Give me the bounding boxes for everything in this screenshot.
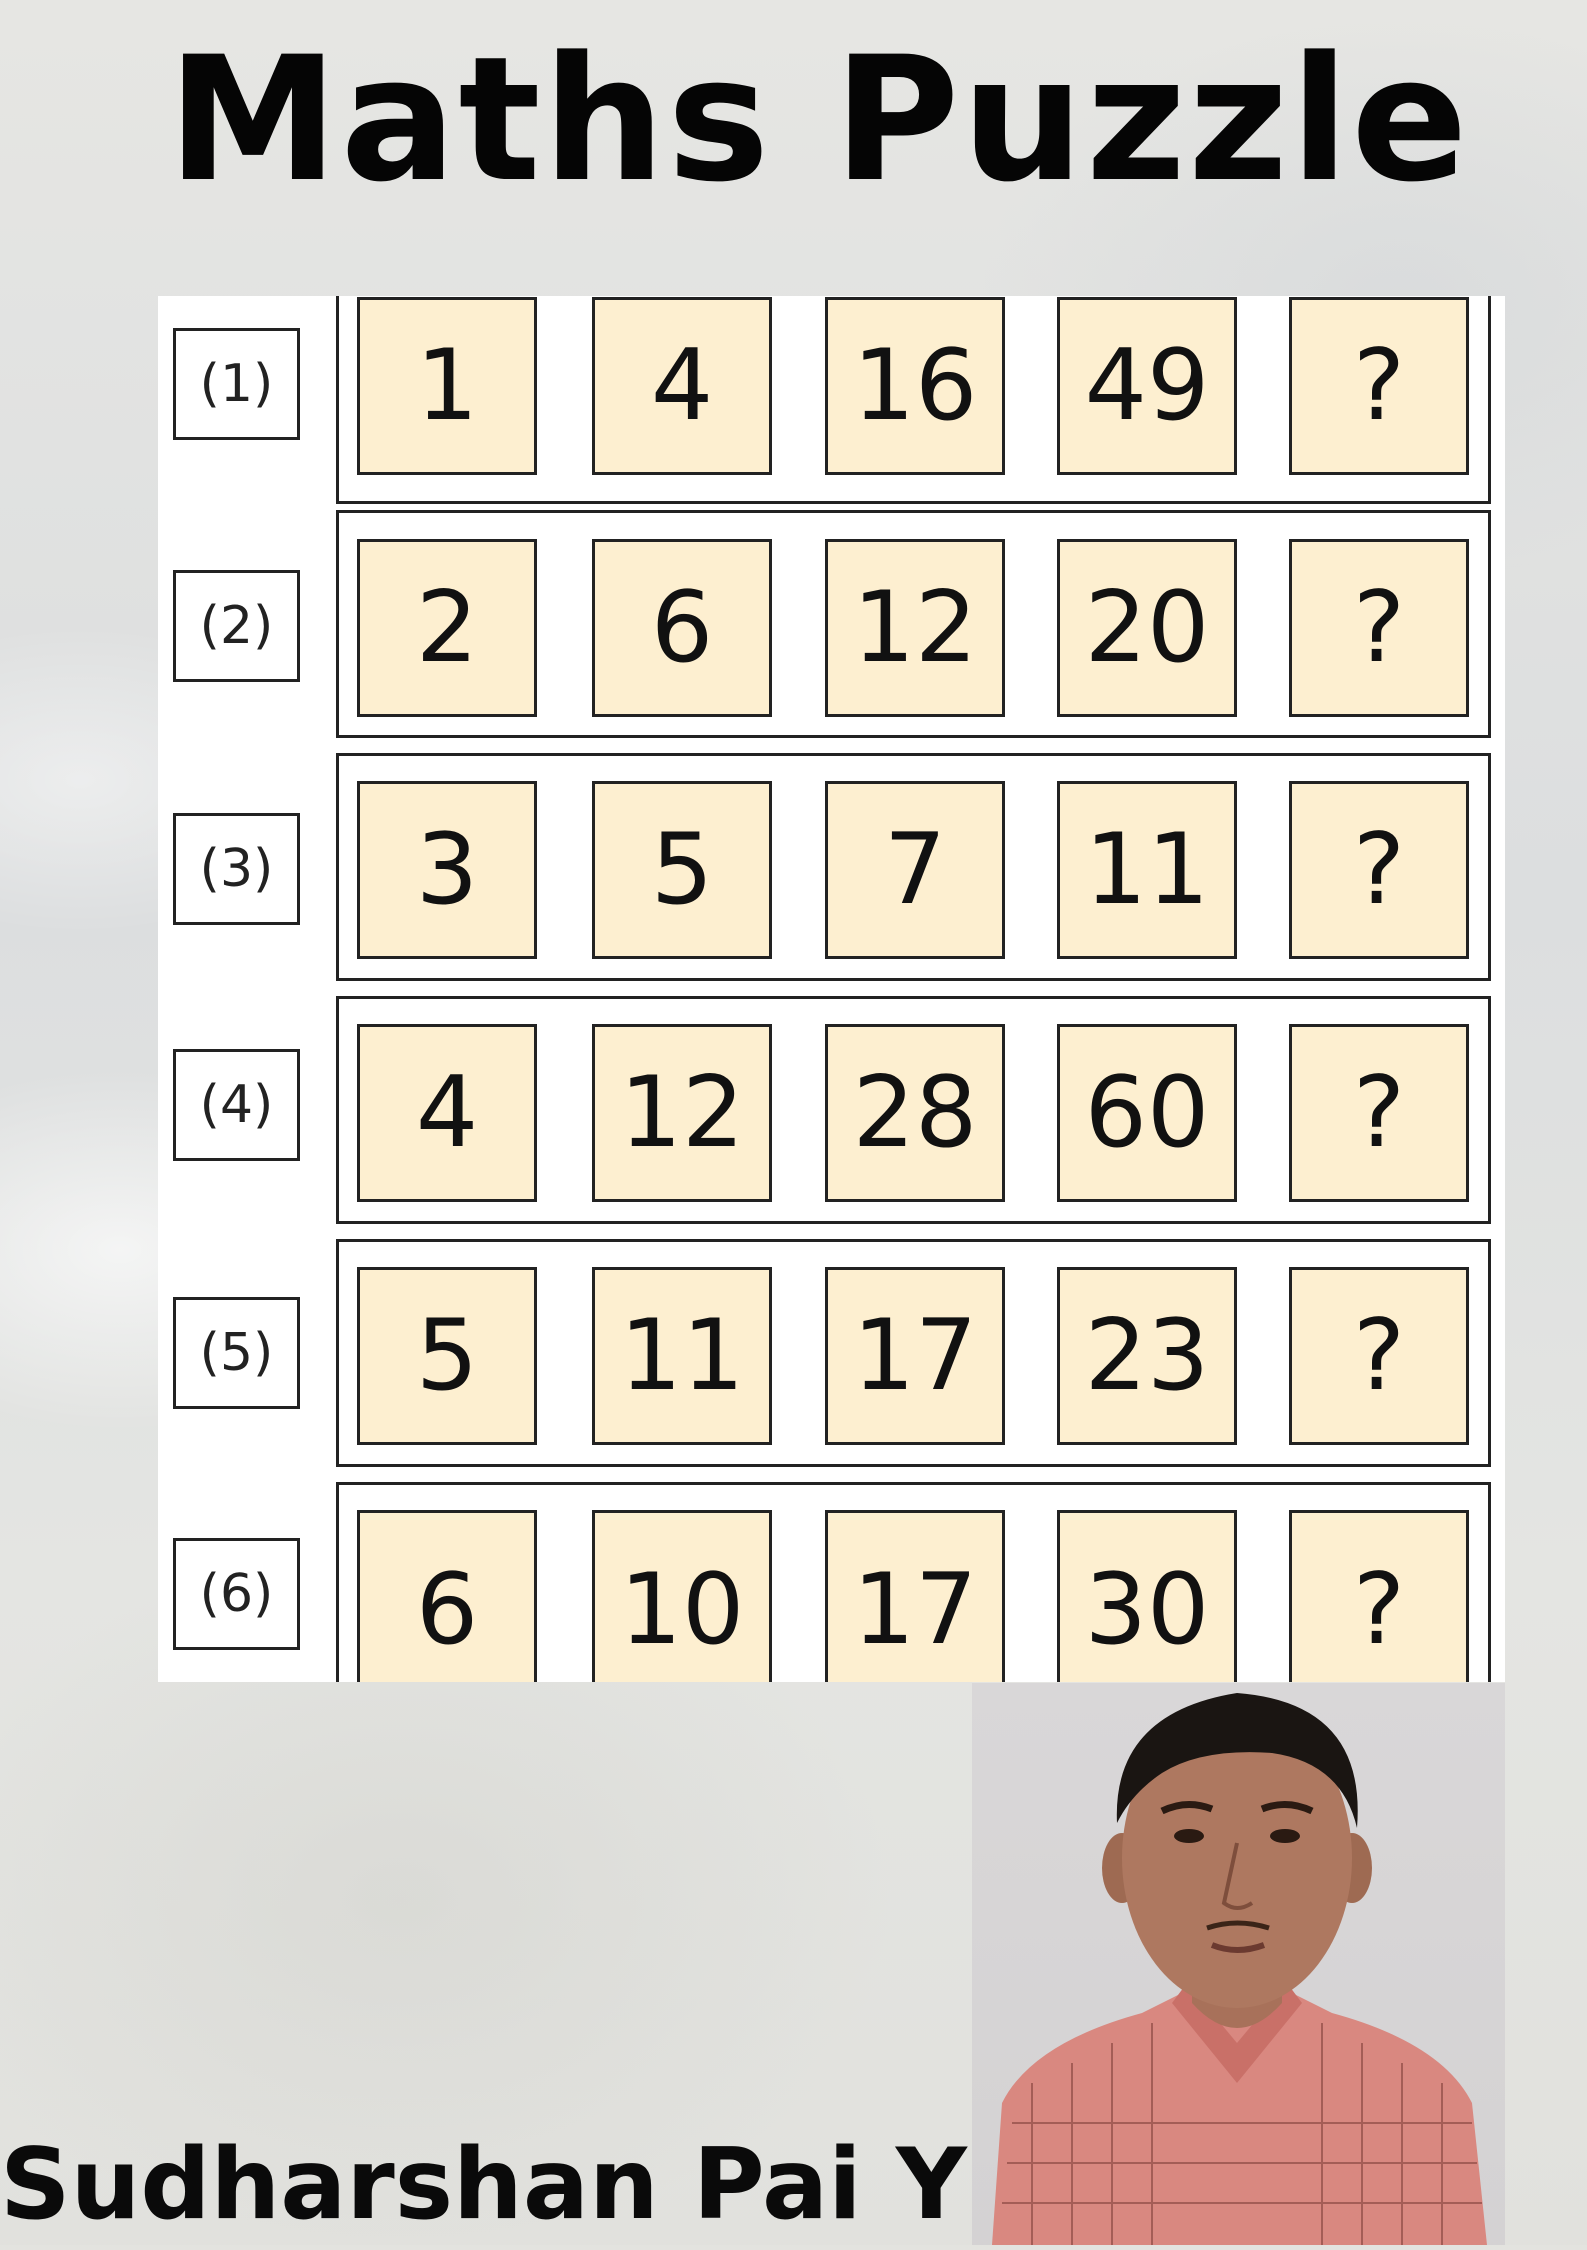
puzzle-cell: 17 — [825, 1267, 1005, 1445]
puzzle-label: (6) — [173, 1538, 300, 1650]
left-eye — [1174, 1829, 1204, 1843]
puzzle-label: (5) — [173, 1297, 300, 1409]
puzzle-cell: 1 — [357, 297, 537, 475]
portrait-illustration — [992, 1693, 1487, 2245]
right-eye — [1270, 1829, 1300, 1843]
puzzle-cell: ? — [1289, 539, 1469, 717]
puzzle-cell: 6 — [592, 539, 772, 717]
puzzle-cell: 20 — [1057, 539, 1237, 717]
puzzle-grid: (1) 1 4 16 49 ? (2) 2 6 12 20 ? (3) 3 5 … — [158, 296, 1505, 1682]
puzzle-cell: ? — [1289, 1267, 1469, 1445]
puzzle-cell: 23 — [1057, 1267, 1237, 1445]
puzzle-cell: 10 — [592, 1510, 772, 1682]
author-photo — [972, 1683, 1505, 2245]
puzzle-cell: 4 — [357, 1024, 537, 1202]
puzzle-cell: 60 — [1057, 1024, 1237, 1202]
puzzle-cell: 16 — [825, 297, 1005, 475]
page-title: Maths Puzzle — [167, 19, 1470, 220]
puzzle-label: (3) — [173, 813, 300, 925]
puzzle-cell: 11 — [592, 1267, 772, 1445]
author-name: Sudharshan Pai Y — [0, 2128, 967, 2242]
puzzle-cell: 11 — [1057, 781, 1237, 959]
puzzle-cell: ? — [1289, 1510, 1469, 1682]
puzzle-cell: 5 — [357, 1267, 537, 1445]
puzzle-cell: 17 — [825, 1510, 1005, 1682]
puzzle-cell: 30 — [1057, 1510, 1237, 1682]
puzzle-label: (4) — [173, 1049, 300, 1161]
puzzle-cell: 2 — [357, 539, 537, 717]
puzzle-cell: 12 — [825, 539, 1005, 717]
puzzle-cell: 5 — [592, 781, 772, 959]
puzzle-cell: 12 — [592, 1024, 772, 1202]
puzzle-label: (2) — [173, 570, 300, 682]
puzzle-cell: 4 — [592, 297, 772, 475]
puzzle-cell: ? — [1289, 781, 1469, 959]
puzzle-cell: 49 — [1057, 297, 1237, 475]
puzzle-cell: ? — [1289, 1024, 1469, 1202]
puzzle-cell: ? — [1289, 297, 1469, 475]
puzzle-label: (1) — [173, 328, 300, 440]
puzzle-cell: 6 — [357, 1510, 537, 1682]
puzzle-cell: 3 — [357, 781, 537, 959]
puzzle-cell: 7 — [825, 781, 1005, 959]
puzzle-cell: 28 — [825, 1024, 1005, 1202]
